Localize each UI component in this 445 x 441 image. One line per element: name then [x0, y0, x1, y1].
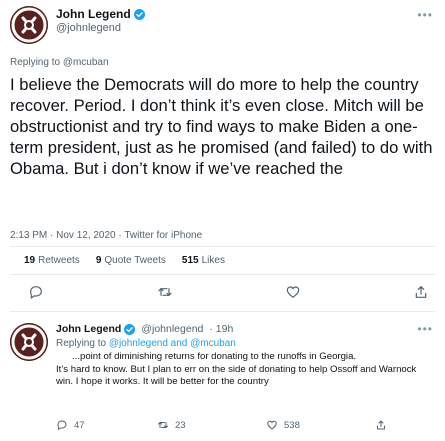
like-icon[interactable] [285, 284, 301, 300]
engagement-stats: 19 Retweets 9 Quote Tweets 515 Likes [24, 255, 225, 266]
replying-to-link[interactable]: @mcuban [63, 57, 109, 68]
reply-header: John Legend @johnlegend · 19h [56, 323, 233, 335]
tweet-timestamp[interactable]: 2:13 PM · Nov 12, 2020 · Twitter for iPh… [10, 230, 202, 241]
reply-retweet-button[interactable]: 23 [157, 419, 186, 431]
reply-author-name[interactable]: John Legend [56, 323, 121, 335]
reply-icon [57, 420, 67, 430]
share-icon [377, 420, 385, 430]
author-name[interactable]: John Legend [56, 7, 131, 21]
reply-replying-to: Replying to @johnlegend and @mcuban [56, 338, 236, 349]
reply-time[interactable]: · 19h [209, 323, 233, 335]
reply-share-button[interactable] [375, 419, 387, 431]
reply-author-handle[interactable]: @johnlegend [141, 323, 203, 335]
reply-actions: 47 23 538 [0, 419, 445, 433]
replying-prefix: Replying to [10, 57, 63, 68]
avatar[interactable] [10, 6, 48, 44]
retweet-count: 23 [175, 419, 186, 431]
reply-reply-button[interactable]: 47 [56, 419, 85, 431]
reply-icon[interactable] [28, 284, 44, 300]
divider [10, 274, 435, 275]
tweet-actions [0, 284, 445, 302]
verified-badge-icon [133, 8, 145, 20]
reply-count: 47 [74, 419, 85, 431]
share-icon[interactable] [413, 284, 429, 300]
author-handle[interactable]: @johnlegend [56, 22, 121, 34]
likes-stat[interactable]: 515 Likes [182, 255, 225, 266]
reply-text-first: ...point of diminishing returns for dona… [72, 351, 357, 362]
reply-text: ...point of diminishing returns for dona… [56, 351, 431, 389]
like-count: 538 [284, 419, 300, 431]
divider [10, 246, 435, 247]
retweets-label: Retweets [38, 255, 80, 266]
quote-label: Quote Tweets [104, 255, 166, 266]
likes-count: 515 [181, 255, 199, 266]
retweet-icon[interactable] [157, 284, 173, 300]
like-icon [267, 420, 277, 430]
reply-text-rest: It’s hard to know. But I plan to err on … [56, 363, 417, 388]
reply-replying-to-link[interactable]: @johnlegend and @mcuban [109, 338, 236, 349]
replying-to: Replying to @mcuban [10, 57, 109, 68]
more-icon[interactable]: ••• [417, 322, 433, 336]
author-name-line[interactable]: John Legend [56, 7, 145, 21]
quote-count: 9 [95, 255, 102, 266]
retweets-stat[interactable]: 19 Retweets [24, 255, 80, 266]
likes-label: Likes [201, 255, 225, 266]
divider [10, 311, 435, 312]
quote-tweets-stat[interactable]: 9 Quote Tweets [96, 255, 166, 266]
tweet-text: I believe the Democrats will do more to … [10, 75, 433, 178]
retweet-icon [158, 422, 168, 428]
reply-like-button[interactable]: 538 [266, 419, 300, 431]
reply-avatar[interactable] [10, 323, 48, 361]
verified-badge-icon [124, 323, 136, 335]
retweets-count: 19 [24, 255, 36, 266]
reply-replying-prefix: Replying to [56, 338, 109, 349]
more-icon[interactable]: ••• [417, 8, 433, 22]
